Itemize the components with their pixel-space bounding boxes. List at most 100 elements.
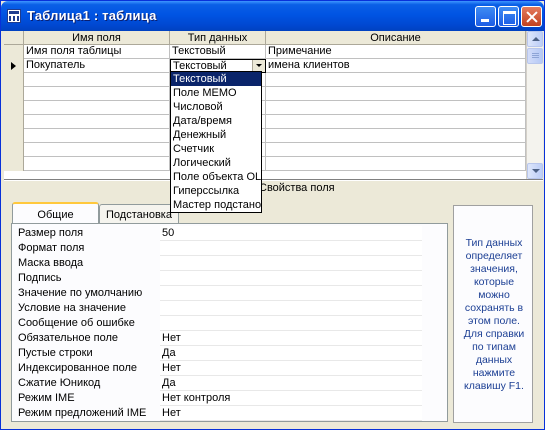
row-selector[interactable] [4,143,24,157]
data-type-cell[interactable]: Текстовый [170,45,266,59]
property-ime-mode: Режим IME Нет контроля [18,391,422,406]
property-validation-rule: Условие на значение [18,301,422,316]
property-label: Обязательное поле [18,332,119,344]
table-row-empty [4,87,526,101]
property-value-input[interactable] [160,241,422,256]
description-cell[interactable] [266,73,526,87]
property-indexed: Индексированное поле Нет [18,361,422,376]
field-name-cell[interactable] [24,115,170,129]
row-selector[interactable] [4,157,24,171]
property-label: Формат поля [18,242,85,254]
property-label: Значение по умолчанию [18,287,143,299]
row-selector-header[interactable] [4,31,24,45]
dropdown-option-lookup-wizard[interactable]: Мастер подстановок... [171,198,261,212]
field-name-cell[interactable] [24,101,170,115]
dropdown-option-logical[interactable]: Логический [171,156,261,170]
property-value-input[interactable] [160,301,422,316]
field-name-cell[interactable] [24,129,170,143]
dropdown-option-ole[interactable]: Поле объекта OLE [171,170,261,184]
scroll-down-icon[interactable] [527,163,543,179]
field-name-cell[interactable] [24,143,170,157]
dropdown-option-hyperlink[interactable]: Гиперссылка [171,184,261,198]
property-value-input[interactable] [160,316,422,331]
minimize-button[interactable] [475,6,496,27]
field-name-cell[interactable]: Покупатель [24,59,170,73]
property-value-input[interactable]: Да [160,376,422,391]
property-required: Обязательное поле Нет [18,331,422,346]
scroll-thumb[interactable] [527,48,543,64]
table-design-window: Таблица1 : таблица Имя поля Тип данных О… [0,0,545,430]
grid-vertical-scrollbar[interactable] [526,31,543,179]
table-row-empty [4,115,526,129]
dropdown-option-number[interactable]: Числовой [171,100,261,114]
description-cell[interactable] [266,115,526,129]
help-box: Тип данных определяет значения, которые … [453,205,533,423]
row-selector[interactable] [4,73,24,87]
property-input-mask: Маска ввода [18,256,422,271]
table-row-empty [4,157,526,171]
description-cell[interactable] [266,157,526,171]
field-grid: Имя поля Тип данных Описание Имя поля та… [4,31,526,179]
field-name-cell[interactable] [24,157,170,171]
window-title: Таблица1 : таблица [27,8,157,23]
row-selector[interactable] [4,129,24,143]
property-label: Подпись [18,272,62,284]
row-selector[interactable] [4,59,24,73]
property-value-input[interactable] [160,271,422,286]
help-text: Тип данных определяет значения, которые … [463,237,525,392]
dropdown-option-datetime[interactable]: Дата/время [171,114,261,128]
property-ime-sentence-mode: Режим предложений IME Нет [18,406,422,421]
dropdown-option-text[interactable]: Текстовый [171,72,261,86]
row-selector[interactable] [4,87,24,101]
pane-splitter[interactable] [4,179,543,181]
row-selector[interactable] [4,115,24,129]
description-cell[interactable] [266,129,526,143]
property-value-input[interactable]: Да [160,346,422,361]
property-label: Условие на значение [18,302,127,314]
property-value-input[interactable]: Нет [160,361,422,376]
header-data-type[interactable]: Тип данных [170,31,266,45]
general-properties-list: Размер поля 50 Формат поля Маска ввода П… [11,223,448,422]
property-label: Сжатие Юникод [18,377,101,389]
dropdown-option-currency[interactable]: Денежный [171,128,261,142]
description-cell[interactable]: Примечание [266,45,526,59]
dropdown-option-memo[interactable]: Поле MEMO [171,86,261,100]
property-format: Формат поля [18,241,422,256]
header-field-name[interactable]: Имя поля [24,31,170,45]
property-value-input[interactable]: 50 [160,226,422,241]
description-cell[interactable] [266,101,526,115]
property-label: Сообщение об ошибке [18,317,135,329]
property-value-input[interactable]: Нет контроля [160,391,422,406]
table-row-empty [4,73,526,87]
tab-lookup[interactable]: Подстановка [99,204,179,223]
close-button[interactable] [521,6,542,27]
property-value-input[interactable]: Нет [160,331,422,346]
header-description[interactable]: Описание [266,31,526,45]
field-name-cell[interactable]: Имя поля таблицы [24,45,170,59]
data-type-dropdown-list[interactable]: Текстовый Поле MEMO Числовой Дата/время … [170,71,262,213]
property-label: Маска ввода [18,257,84,269]
scroll-up-icon[interactable] [527,31,543,47]
maximize-button[interactable] [498,6,519,27]
title-bar[interactable]: Таблица1 : таблица [1,1,544,31]
field-properties-panel: Общие Подстановка Размер поля 50 Формат … [11,202,448,424]
description-cell[interactable] [266,143,526,157]
table-row-empty [4,143,526,157]
row-selector[interactable] [4,101,24,115]
property-value-input[interactable] [160,286,422,301]
description-cell[interactable]: имена клиентов [266,59,526,73]
row-selector[interactable] [4,45,24,59]
dropdown-option-counter[interactable]: Счетчик [171,142,261,156]
current-row-icon [11,62,16,70]
property-label: Пустые строки [18,347,93,359]
field-name-cell[interactable] [24,73,170,87]
field-name-cell[interactable] [24,87,170,101]
property-value-input[interactable] [160,256,422,271]
tab-general[interactable]: Общие [12,202,99,223]
property-value-input[interactable]: Нет [160,406,422,421]
property-label: Режим предложений IME [18,407,147,419]
property-unicode-compression: Сжатие Юникод Да [18,376,422,391]
description-cell[interactable] [266,87,526,101]
property-label: Размер поля [18,227,84,239]
property-default-value: Значение по умолчанию [18,286,422,301]
